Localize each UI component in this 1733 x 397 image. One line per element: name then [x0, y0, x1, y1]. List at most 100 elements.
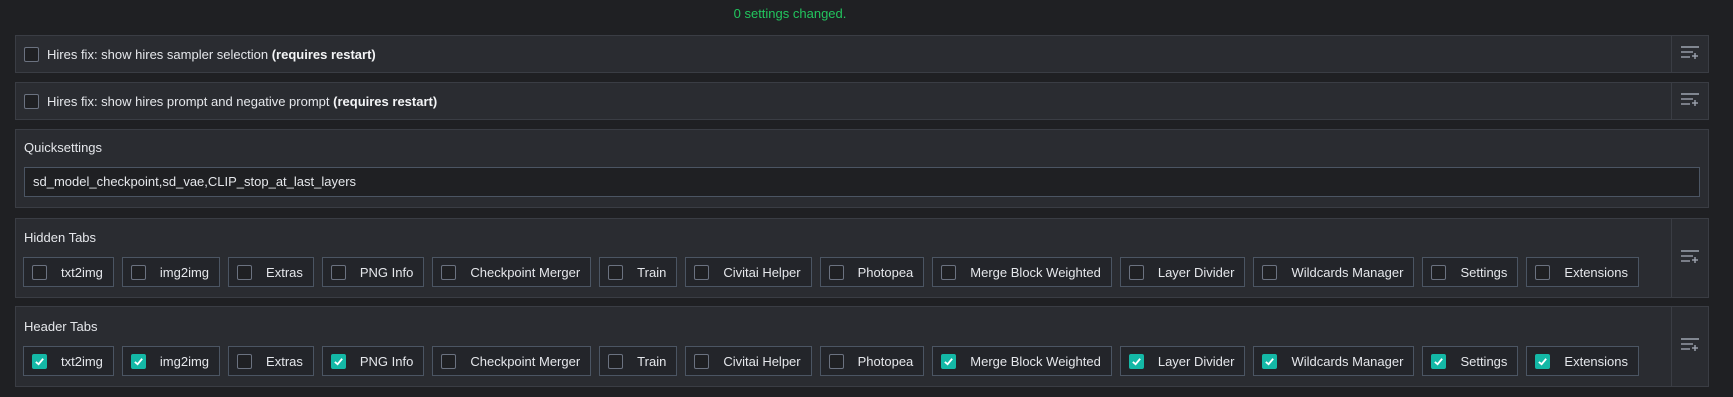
hidden-tab-option[interactable]: Settings: [1422, 257, 1519, 287]
header-tab-option[interactable]: txt2img: [23, 346, 114, 376]
header-tab-label: Extensions: [1564, 353, 1629, 369]
header-tabs-panel: Header Tabs txt2img img2img Extras PNG Info…: [15, 306, 1709, 387]
hidden-tab-label: Layer Divider: [1157, 264, 1235, 280]
hidden-tab-label: Photopea: [857, 264, 914, 280]
hidden-tab-option[interactable]: Layer Divider: [1119, 257, 1246, 287]
hidden-tab-checkbox[interactable]: [1431, 264, 1447, 280]
hidden-tab-option[interactable]: Checkpoint Merger: [432, 257, 592, 287]
hidden-tab-label: Train: [637, 264, 667, 280]
hidden-tab-option[interactable]: Extensions: [1526, 257, 1640, 287]
header-tab-checkbox[interactable]: [941, 353, 957, 369]
header-tab-checkbox[interactable]: [237, 353, 253, 369]
hidden-tab-checkbox[interactable]: [330, 264, 346, 280]
header-tab-checkbox[interactable]: [608, 353, 624, 369]
hidden-tab-label: Civitai Helper: [723, 264, 801, 280]
header-tab-label: Checkpoint Merger: [470, 353, 581, 369]
header-tab-checkbox[interactable]: [1262, 353, 1278, 369]
hidden-tab-checkbox[interactable]: [237, 264, 253, 280]
hidden-tab-checkbox[interactable]: [828, 264, 844, 280]
quicksettings-panel: Quicksettings sd_model_checkpoint,sd_vae…: [15, 129, 1709, 208]
hidden-tab-checkbox[interactable]: [608, 264, 624, 280]
quicksettings-input[interactable]: sd_model_checkpoint,sd_vae,CLIP_stop_at_…: [24, 167, 1700, 197]
header-tab-checkbox[interactable]: [32, 353, 47, 369]
quicksettings-title: Quicksettings: [24, 140, 103, 155]
header-tab-label: img2img: [159, 353, 210, 369]
header-tab-option[interactable]: Settings: [1422, 346, 1519, 376]
hidden-tab-label: Settings: [1460, 264, 1508, 280]
hidden-tab-option[interactable]: Merge Block Weighted: [932, 257, 1112, 287]
header-tab-checkbox[interactable]: [1431, 353, 1447, 369]
header-tab-option[interactable]: PNG Info: [321, 346, 425, 376]
header-tab-option[interactable]: img2img: [121, 346, 221, 376]
header-tab-checkbox[interactable]: [130, 353, 146, 369]
requires-restart-note: (requires restart): [333, 93, 438, 109]
header-tab-label: Settings: [1460, 353, 1508, 369]
hidden-tab-checkbox[interactable]: [694, 264, 710, 280]
hidden-tab-option[interactable]: Photopea: [819, 257, 925, 287]
hires-sampler-label: Hires fix: show hires sampler selection …: [47, 47, 376, 62]
check-icon: [1434, 357, 1444, 366]
hidden-tab-option[interactable]: Train: [599, 257, 678, 287]
hidden-tab-option[interactable]: Civitai Helper: [685, 257, 812, 287]
header-tabs-title: Header Tabs: [24, 319, 98, 334]
header-tab-option[interactable]: Checkpoint Merger: [432, 346, 592, 376]
header-tab-option[interactable]: Extras: [228, 346, 314, 376]
header-tab-option[interactable]: Extensions: [1526, 346, 1640, 376]
header-tab-option[interactable]: Layer Divider: [1119, 346, 1246, 376]
setting-hires-sampler: Hires fix: show hires sampler selection …: [15, 35, 1709, 73]
header-tab-checkbox[interactable]: [441, 353, 457, 369]
hidden-tab-option[interactable]: img2img: [121, 257, 221, 287]
hidden-tab-label: Checkpoint Merger: [470, 264, 581, 280]
add-to-quicksettings-button[interactable]: [1671, 219, 1708, 297]
hires-prompt-label: Hires fix: show hires prompt and negativ…: [47, 94, 437, 109]
header-tab-label: Layer Divider: [1157, 353, 1235, 369]
header-tab-option[interactable]: Merge Block Weighted: [932, 346, 1112, 376]
hidden-tabs-title: Hidden Tabs: [24, 230, 97, 245]
hires-prompt-label-text: Hires fix: show hires prompt and negativ…: [47, 93, 330, 109]
header-tab-checkbox[interactable]: [1535, 353, 1551, 369]
hidden-tab-option[interactable]: PNG Info: [321, 257, 425, 287]
header-tab-label: Wildcards Manager: [1291, 353, 1404, 369]
header-tab-checkbox[interactable]: [330, 353, 346, 369]
header-tab-checkbox[interactable]: [828, 353, 844, 369]
header-tab-label: Merge Block Weighted: [970, 353, 1101, 369]
check-icon: [1132, 357, 1141, 366]
header-tab-option[interactable]: Train: [599, 346, 678, 376]
header-tab-label: Extras: [266, 353, 303, 369]
add-to-quicksettings-button[interactable]: [1671, 83, 1708, 119]
hidden-tab-option[interactable]: txt2img: [23, 257, 114, 287]
add-to-quicksettings-button[interactable]: [1671, 36, 1708, 72]
hidden-tab-label: PNG Info: [359, 264, 414, 280]
header-tab-label: Photopea: [857, 353, 914, 369]
hidden-tabs-list: txt2img img2img Extras PNG Info Checkpoint M…: [23, 257, 1640, 287]
header-tab-checkbox[interactable]: [694, 353, 710, 369]
hidden-tab-label: Extras: [266, 264, 303, 280]
hidden-tab-label: img2img: [159, 264, 210, 280]
hidden-tab-checkbox[interactable]: [441, 264, 457, 280]
header-tab-checkbox[interactable]: [1128, 353, 1144, 369]
hidden-tab-checkbox[interactable]: [941, 264, 957, 280]
hidden-tab-label: Wildcards Manager: [1291, 264, 1404, 280]
header-tab-option[interactable]: Wildcards Manager: [1253, 346, 1415, 376]
hidden-tab-label: txt2img: [61, 264, 103, 280]
requires-restart-note: (requires restart): [271, 46, 376, 62]
header-tab-label: Train: [637, 353, 667, 369]
hidden-tabs-panel: Hidden Tabs txt2img img2img Extras PNG Info…: [15, 218, 1709, 298]
setting-hires-prompt: Hires fix: show hires prompt and negativ…: [15, 82, 1709, 120]
settings-status: 0 settings changed.: [0, 0, 1580, 28]
hidden-tab-checkbox[interactable]: [1262, 264, 1278, 280]
hires-sampler-checkbox[interactable]: [24, 46, 39, 62]
hidden-tab-checkbox[interactable]: [1128, 264, 1144, 280]
header-tab-option[interactable]: Photopea: [819, 346, 925, 376]
hidden-tab-option[interactable]: Extras: [228, 257, 314, 287]
header-tab-label: txt2img: [61, 353, 103, 369]
check-icon: [1538, 357, 1548, 366]
list-plus-icon: [1681, 249, 1699, 268]
hires-prompt-checkbox[interactable]: [24, 93, 39, 109]
hidden-tab-checkbox[interactable]: [32, 264, 47, 280]
hidden-tab-checkbox[interactable]: [1535, 264, 1551, 280]
header-tab-option[interactable]: Civitai Helper: [685, 346, 812, 376]
add-to-quicksettings-button[interactable]: [1671, 307, 1708, 386]
hidden-tab-option[interactable]: Wildcards Manager: [1253, 257, 1415, 287]
hidden-tab-checkbox[interactable]: [130, 264, 146, 280]
